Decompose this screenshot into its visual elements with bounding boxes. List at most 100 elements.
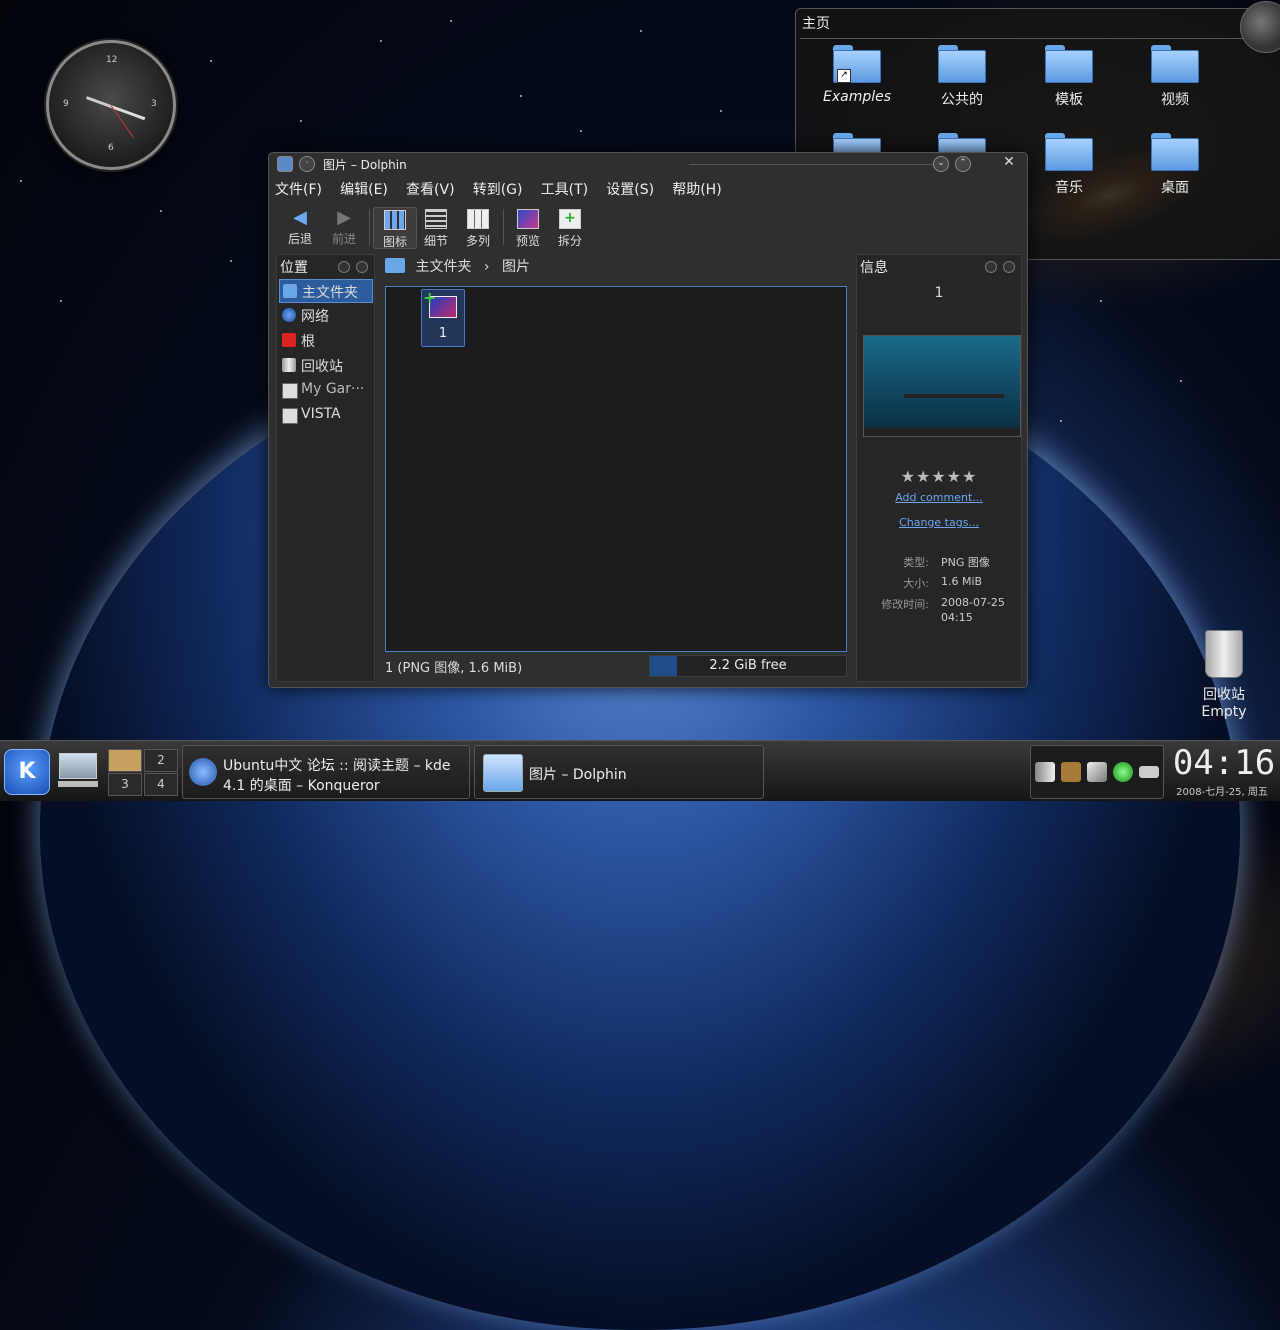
place-drive-mygar[interactable]: My Gar··· xyxy=(279,379,371,401)
panel-float-icon[interactable] xyxy=(338,261,350,273)
columns-view-button[interactable]: 多列 xyxy=(457,207,499,249)
taskbar-clock[interactable]: 04:16 xyxy=(1168,743,1280,783)
columns-view-icon xyxy=(467,209,489,229)
status-text: 1 (PNG 图像, 1.6 MiB) xyxy=(385,661,523,676)
breadcrumb: 主文件夹 › 图片 xyxy=(385,256,530,276)
clock-num: 3 xyxy=(151,99,157,109)
kde-menu-icon[interactable]: K xyxy=(4,749,50,795)
wallet-icon[interactable] xyxy=(1061,762,1081,782)
folder-label: 音乐 xyxy=(1055,180,1083,196)
folder-templates[interactable]: 模板 xyxy=(1024,45,1114,109)
panel-close-icon[interactable] xyxy=(356,261,368,273)
menu-edit[interactable]: 编辑(E) xyxy=(340,179,388,199)
close-icon[interactable]: ✕ xyxy=(1002,155,1016,170)
menu-help[interactable]: 帮助(H) xyxy=(672,179,721,199)
window-menu-icon[interactable] xyxy=(277,156,293,172)
menu-settings[interactable]: 设置(S) xyxy=(606,179,654,199)
breadcrumb-home[interactable]: 主文件夹 xyxy=(415,259,471,275)
size-key: 大小: xyxy=(903,577,929,590)
maximize-icon[interactable]: ⌃ xyxy=(955,156,971,172)
folder-view-title: 主页 xyxy=(802,16,830,32)
place-drive-vista[interactable]: VISTA xyxy=(279,404,371,426)
home-icon xyxy=(283,284,297,298)
place-label: 主文件夹 xyxy=(302,285,358,301)
change-tags-link[interactable]: Change tags... xyxy=(857,516,1021,529)
file-view[interactable]: + 1 xyxy=(385,286,847,652)
details-view-button[interactable]: 细节 xyxy=(415,207,457,249)
task-title: 图片 – Dolphin xyxy=(529,767,627,783)
place-root[interactable]: 根 xyxy=(279,329,371,351)
place-home[interactable]: 主文件夹 xyxy=(279,279,373,303)
network-status-icon[interactable] xyxy=(1113,762,1133,782)
places-panel: 位置 主文件夹 网络 根 回收站 My Gar··· VISTA xyxy=(276,254,375,682)
preview-button[interactable]: 预览 xyxy=(507,207,549,249)
konqueror-globe-icon xyxy=(189,758,217,786)
on-all-desktops-icon[interactable]: · xyxy=(299,156,315,172)
window-titlebar[interactable]: · 图片 – Dolphin ⌄ ⌃ ✕ xyxy=(269,153,1027,175)
show-desktop-icon[interactable] xyxy=(58,753,98,789)
hour-hand xyxy=(86,96,112,108)
network-globe-icon xyxy=(282,308,296,322)
breadcrumb-current[interactable]: 图片 xyxy=(502,259,530,275)
add-comment-link[interactable]: Add comment... xyxy=(857,491,1021,504)
icons-view-button[interactable]: 图标 xyxy=(373,207,417,249)
pager-desktop-2[interactable]: 2 xyxy=(144,749,178,772)
preview-icon xyxy=(517,209,539,229)
file-name: 1 xyxy=(438,326,448,341)
task-title-line1: Ubuntu中文 论坛 :: 阅读主题 – kde xyxy=(223,758,451,774)
folder-music[interactable]: 音乐 xyxy=(1024,133,1114,197)
modified-time: 04:15 xyxy=(941,611,973,624)
analog-clock-widget[interactable]: 12 3 6 9 xyxy=(46,40,176,170)
folder-public[interactable]: 公共的 xyxy=(917,45,1007,109)
folder-examples[interactable]: ↗ Examples xyxy=(812,45,902,105)
folder-desktop[interactable]: 桌面 xyxy=(1130,133,1220,197)
klipper-icon[interactable] xyxy=(1087,762,1107,782)
taskbar-date: 2008-七月-25, 周五 xyxy=(1176,787,1268,798)
divider xyxy=(800,38,1278,39)
back-button[interactable]: ◀ 后退 xyxy=(279,207,321,247)
forward-arrow-icon: ▶ xyxy=(337,207,351,228)
back-label: 后退 xyxy=(287,232,312,246)
trash-label: 回收站 xyxy=(1203,687,1245,703)
task-konqueror[interactable]: Ubuntu中文 论坛 :: 阅读主题 – kde 4.1 的桌面 – Konq… xyxy=(182,745,470,799)
pager-desktop-1[interactable] xyxy=(108,749,142,772)
file-item[interactable]: + 1 xyxy=(421,288,465,347)
details-view-icon xyxy=(425,209,447,229)
folder-icon xyxy=(1151,45,1199,83)
volume-icon[interactable] xyxy=(1035,762,1055,782)
folder-icon xyxy=(938,45,986,83)
menu-file[interactable]: 文件(F) xyxy=(275,179,322,199)
pager-desktop-3[interactable]: 3 xyxy=(108,773,142,796)
folder-icon xyxy=(1151,133,1199,171)
menubar: 文件(F) 编辑(E) 查看(V) 转到(G) 工具(T) 设置(S) 帮助(H… xyxy=(275,179,736,199)
place-trash[interactable]: 回收站 xyxy=(279,354,371,376)
panel-float-icon[interactable] xyxy=(985,261,997,273)
folder-videos[interactable]: 视频 xyxy=(1130,45,1220,109)
forward-label: 前进 xyxy=(331,232,356,246)
panel-close-icon[interactable] xyxy=(1003,261,1015,273)
home-folder-icon xyxy=(385,258,405,273)
clock-num: 12 xyxy=(106,55,118,65)
device-notifier-icon[interactable] xyxy=(1139,766,1159,778)
task-title-line2: 4.1 的桌面 – Konqueror xyxy=(223,778,380,794)
widget-handle-icon[interactable] xyxy=(1240,1,1280,53)
menu-view[interactable]: 查看(V) xyxy=(406,179,455,199)
folder-icon xyxy=(1045,133,1093,171)
divider xyxy=(503,209,504,245)
menu-tools[interactable]: 工具(T) xyxy=(541,179,588,199)
type-value: PNG 图像 xyxy=(941,556,990,569)
split-button[interactable]: + 拆分 xyxy=(549,207,591,249)
pager-desktop-4[interactable]: 4 xyxy=(144,773,178,796)
forward-button[interactable]: ▶ 前进 xyxy=(323,207,365,247)
minimize-icon[interactable]: ⌄ xyxy=(933,156,949,172)
rating-stars[interactable]: ★★★★★ xyxy=(857,467,1021,486)
folder-label: 公共的 xyxy=(941,92,983,108)
divider xyxy=(689,164,942,165)
menu-go[interactable]: 转到(G) xyxy=(473,179,523,199)
task-dolphin[interactable]: 图片 – Dolphin xyxy=(474,745,764,799)
desktop-trash[interactable]: 回收站 Empty xyxy=(1192,630,1256,720)
place-network[interactable]: 网络 xyxy=(279,304,371,326)
icons-label: 图标 xyxy=(382,235,407,249)
trash-icon xyxy=(282,358,296,372)
window-title: 图片 – Dolphin xyxy=(323,158,407,172)
